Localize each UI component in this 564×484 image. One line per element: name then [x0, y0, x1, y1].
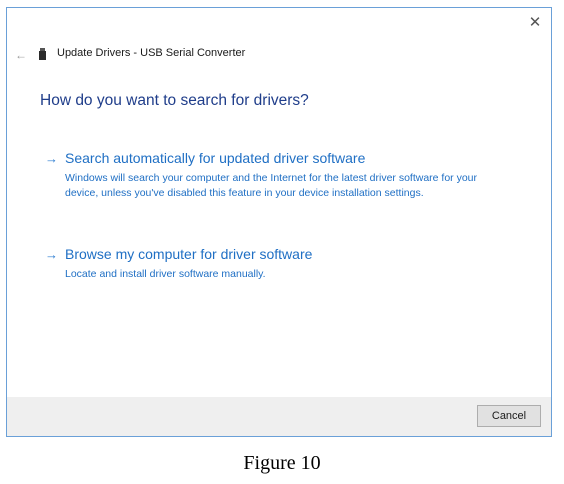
browse-computer-description: Locate and install driver software manua…	[65, 268, 266, 280]
arrow-right-icon: →	[45, 151, 58, 166]
search-automatically-description: Windows will search your computer and th…	[65, 172, 478, 199]
page-heading: How do you want to search for drivers?	[40, 92, 309, 109]
figure-caption: Figure 10	[243, 452, 321, 474]
window-title: Update Drivers - USB Serial Converter	[57, 47, 246, 59]
arrow-right-icon: →	[45, 247, 58, 262]
close-icon[interactable]: ✕	[527, 15, 543, 31]
usb-device-icon	[39, 48, 46, 60]
update-drivers-dialog: ✕ ← Update Drivers - USB Serial Converte…	[6, 7, 552, 437]
browse-computer-link[interactable]: Browse my computer for driver software	[65, 246, 312, 262]
search-automatically-link[interactable]: Search automatically for updated driver …	[65, 150, 365, 166]
cancel-button[interactable]: Cancel	[477, 405, 541, 427]
back-arrow-icon[interactable]: ←	[15, 48, 27, 62]
dialog-footer: Cancel	[7, 397, 551, 436]
